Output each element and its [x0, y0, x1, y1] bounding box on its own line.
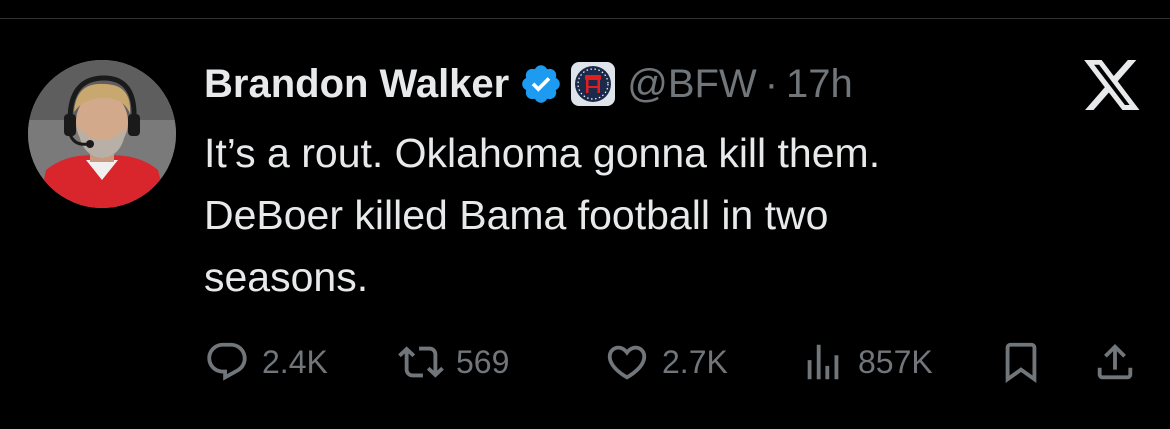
views-button[interactable]: 857K — [800, 334, 933, 390]
bookmark-icon — [1005, 342, 1037, 383]
like-button[interactable]: 2.7K — [604, 334, 728, 390]
repost-count: 569 — [456, 343, 510, 380]
tweet-text-line: seasons. — [204, 254, 369, 300]
share-icon — [1097, 343, 1133, 380]
repost-button[interactable]: 569 — [398, 334, 509, 390]
share-button[interactable] — [1092, 334, 1138, 390]
tweet-header: Brandon Walker @BFW · 17h — [204, 52, 853, 116]
views-count: 857K — [858, 343, 933, 380]
timestamp[interactable]: 17h — [786, 62, 853, 107]
x-logo-icon — [1084, 60, 1140, 110]
repost-icon — [398, 346, 444, 378]
avatar[interactable] — [28, 60, 176, 208]
verified-badge-icon — [519, 62, 563, 106]
bookmark-button[interactable] — [998, 334, 1044, 390]
author-name[interactable]: Brandon Walker — [204, 62, 509, 107]
author-handle[interactable]: @BFW — [627, 62, 756, 107]
top-divider — [0, 18, 1170, 19]
separator-dot: · — [764, 61, 779, 106]
action-bar: 2.4K 569 2.7K 857K — [0, 334, 1170, 390]
reply-count: 2.4K — [262, 343, 328, 380]
avatar-image — [28, 60, 176, 208]
like-count: 2.7K — [662, 343, 728, 380]
tweet-text-line: DeBoer killed Bama football in two — [204, 192, 829, 238]
views-icon — [807, 344, 839, 380]
tweet-text: It’s a rout. Oklahoma gonna kill them. De… — [204, 122, 1084, 308]
reply-button[interactable]: 2.4K — [204, 334, 328, 390]
heart-icon — [607, 345, 647, 380]
reply-icon — [207, 342, 247, 381]
barstool-badge-icon[interactable] — [571, 62, 616, 106]
tweet-text-line: It’s a rout. Oklahoma gonna kill them. — [204, 130, 881, 176]
